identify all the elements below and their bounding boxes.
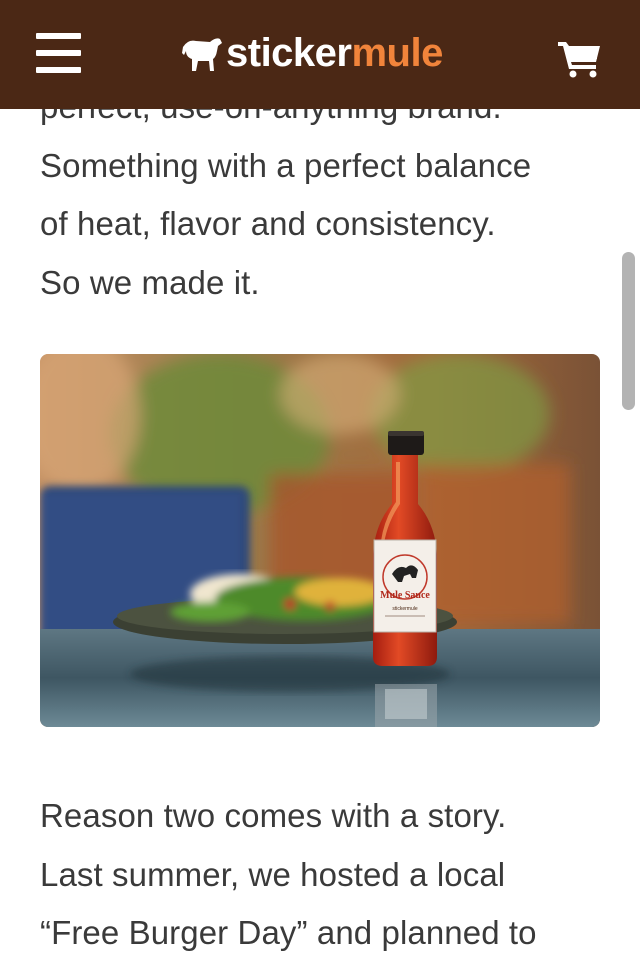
stickermule-logo[interactable]: sticker mule — [180, 30, 443, 76]
mule-icon — [182, 38, 222, 71]
page-scrollbar[interactable] — [622, 252, 635, 410]
bottle-label-brand: Mule Sauce — [380, 590, 430, 601]
text-line: Something with a perfect balance — [40, 146, 532, 184]
hamburger-menu-icon[interactable] — [36, 33, 81, 73]
paragraph-sauce-intro: perfect, use-on-anything brand. Somethin… — [40, 78, 610, 312]
logo-text-mule: mule — [351, 31, 443, 75]
site-header: sticker mule — [0, 0, 640, 109]
bottle-label-small: stickermule — [392, 606, 418, 612]
text-line: of heat, flavor and consistency. — [40, 205, 496, 242]
text-line: Reason two comes with a story. — [40, 797, 507, 834]
text-line: “Free Burger Day” and planned to — [40, 914, 537, 951]
shopping-cart-icon[interactable] — [556, 38, 604, 78]
text-line: Last summer, we hosted a local — [40, 855, 506, 893]
logo-text-sticker: sticker — [226, 31, 352, 75]
hot-sauce-photo: Mule Sauce stickermule — [40, 354, 600, 727]
paragraph-reason-two: Reason two comes with a story. Last summ… — [40, 787, 610, 959]
text-line: So we made it. — [40, 263, 260, 301]
